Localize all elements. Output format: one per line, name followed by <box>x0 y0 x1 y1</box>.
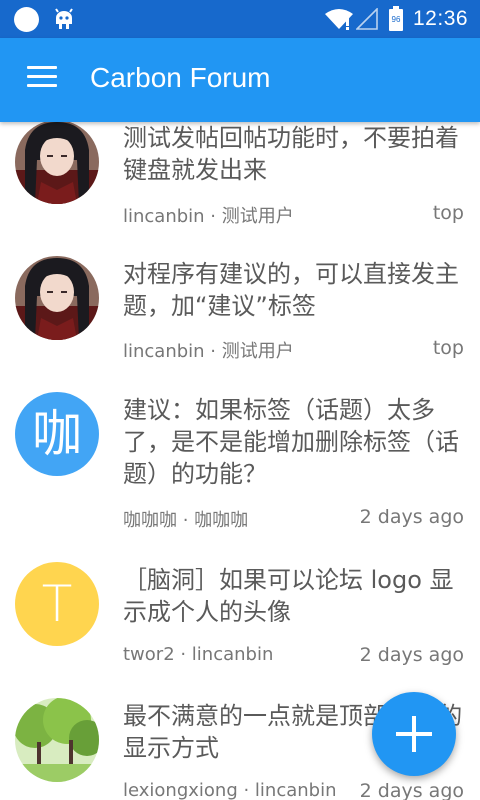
topic-time: top <box>432 202 464 224</box>
anime-girl-avatar-icon <box>15 122 99 204</box>
clock: 12:36 <box>413 7 469 30</box>
topic-item[interactable]: 对程序有建议的，可以直接发主题，加“建议”标签 lincanbin · 测试用户… <box>0 256 480 376</box>
topic-title: ［脑洞］如果可以论坛 logo 显示成个人的头像 <box>123 566 454 626</box>
topic-meta: 咖咖咖 · 咖咖咖 <box>123 510 249 531</box>
avatar-letter: T <box>41 575 73 633</box>
topic-title: 建议：如果标签（话题）太多了，是不是能增加删除标签（话题）的功能？ <box>123 396 459 488</box>
topic-time: 2 days ago <box>359 644 464 666</box>
topic-time: 2 days ago <box>359 506 464 528</box>
topic-item[interactable]: 咖 建议：如果标签（话题）太多了，是不是能增加删除标签（话题）的功能？ 咖咖咖 … <box>0 392 480 542</box>
topic-title: 测试发帖回帖功能时，不要拍着键盘就发出来 <box>123 124 459 184</box>
topic-item[interactable]: 测试发帖回帖功能时，不要拍着键盘就发出来 lincanbin · 测试用户 to… <box>0 122 480 242</box>
menu-button[interactable] <box>27 66 57 90</box>
new-topic-button[interactable] <box>372 692 456 776</box>
anime-girl-avatar-icon <box>15 256 99 340</box>
topic-meta: lincanbin · 测试用户 <box>123 206 294 227</box>
app-bar: Carbon Forum <box>0 38 480 122</box>
topic-time: top <box>432 337 464 359</box>
topic-title: 对程序有建议的，可以直接发主题，加“建议”标签 <box>123 260 459 320</box>
topic-time: 2 days ago <box>359 780 464 800</box>
notification-circle-icon <box>14 7 39 32</box>
green-trees-avatar-icon <box>15 698 99 782</box>
status-bar: 96 12:36 <box>0 0 480 38</box>
menu-line <box>27 84 57 87</box>
battery-icon: 96 <box>389 6 403 31</box>
menu-line <box>27 66 57 69</box>
battery-level: 96 <box>392 15 401 24</box>
plus-icon <box>412 716 416 752</box>
user-avatar <box>15 698 99 782</box>
topic-item[interactable]: T ［脑洞］如果可以论坛 logo 显示成个人的头像 twor2 · linca… <box>0 562 480 682</box>
signal-icon <box>356 8 378 30</box>
user-avatar <box>15 256 99 340</box>
topic-meta: twor2 · lincanbin <box>123 644 274 665</box>
user-avatar: T <box>15 562 99 646</box>
topic-meta: lincanbin · 测试用户 <box>123 341 294 362</box>
android-icon <box>55 8 73 29</box>
app-title: Carbon Forum <box>90 62 271 93</box>
menu-line <box>27 75 57 78</box>
avatar-letter: 咖 <box>32 405 82 463</box>
topic-meta: lexiongxiong · lincanbin <box>123 780 337 800</box>
wifi-icon <box>325 9 353 30</box>
user-avatar <box>15 122 99 204</box>
user-avatar: 咖 <box>15 392 99 476</box>
